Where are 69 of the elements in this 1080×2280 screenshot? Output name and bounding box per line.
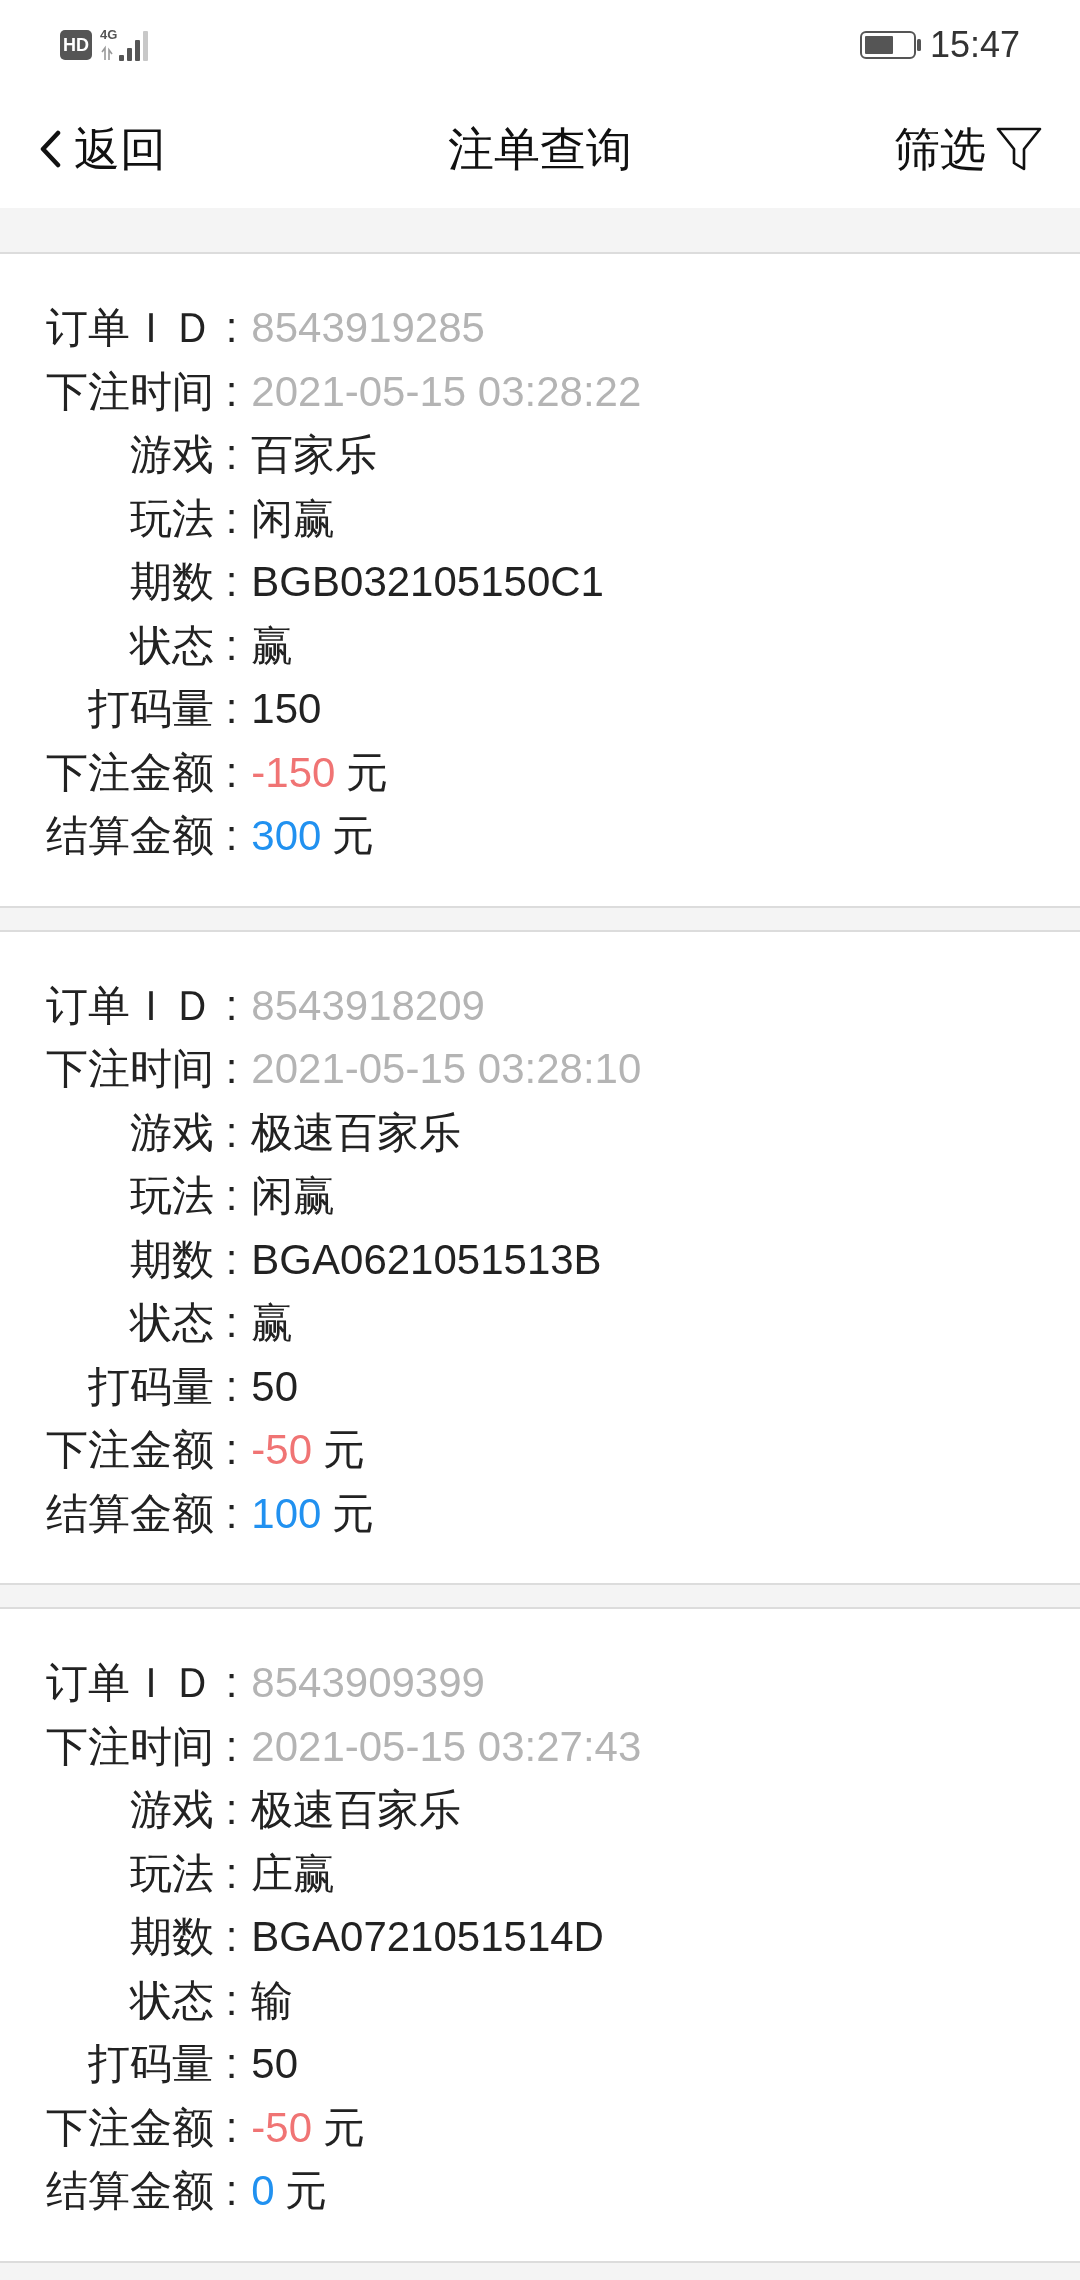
field-label: 玩法 : (129, 493, 238, 544)
field-label: 状态 : (128, 1298, 238, 1348)
field-label: 打码量 : (87, 684, 238, 734)
field-value: 闲赢 (250, 1171, 336, 1221)
field-label: 结算金额 : (46, 811, 238, 861)
field-value: 50 (250, 2039, 299, 2089)
field-value: 赢 (250, 620, 294, 671)
field-label: 下注金额 : (46, 1425, 238, 1475)
status-time: 15:47 (929, 27, 1020, 63)
field-value: 2021-05-15 03:27:43 (250, 1721, 642, 1772)
field-value: BGB032105150C1 (250, 557, 604, 607)
currency-unit: 元 (331, 1488, 374, 1539)
field-label: 下注金额 : (46, 747, 238, 798)
field-label: 下注时间 : (46, 1721, 238, 1772)
field-label: 订单ＩＤ : (46, 303, 238, 353)
field-value: 百家乐 (250, 430, 378, 480)
chevron-left-icon (38, 130, 62, 168)
field-value: 闲赢 (250, 493, 336, 544)
field-label: 结算金额 : (46, 2166, 238, 2216)
field-label: 下注时间 : (46, 1044, 238, 1094)
field-value: 2021-05-15 03:28:10 (250, 1044, 642, 1094)
field-value: BGA0721051514D (250, 1912, 604, 1962)
field-label: 玩法 : (129, 1848, 238, 1899)
field-label: 玩法 : (129, 1171, 238, 1221)
field-value: 输 (250, 1975, 294, 2026)
field-label: 游戏 : (129, 1785, 238, 1835)
field-label: 下注时间 : (46, 366, 238, 417)
field-value: 8543919285 (250, 303, 485, 353)
field-value: 50 (250, 1361, 299, 1412)
network-type-label: 4G (100, 28, 118, 41)
field-value: BGA0621051513B (250, 1234, 602, 1285)
filter-button[interactable]: 筛选 (894, 126, 1042, 172)
field-label: 打码量 : (87, 1361, 238, 1412)
field-label: 状态 : (128, 1975, 238, 2026)
field-label: 期数 : (129, 1234, 238, 1285)
field-value: 赢 (250, 1298, 294, 1348)
field-label: 结算金额 : (46, 1488, 238, 1539)
field-value: 2021-05-15 03:28:22 (250, 366, 642, 417)
battery-icon (859, 31, 922, 59)
field-value: 极速百家乐 (250, 1785, 462, 1835)
filter-icon (996, 127, 1042, 171)
currency-unit: 元 (285, 2166, 328, 2216)
hd-indicator: HD (60, 30, 92, 60)
bet-amount: -50 (251, 1425, 313, 1475)
back-button[interactable]: 返回 (38, 126, 166, 172)
currency-unit: 元 (331, 811, 374, 861)
field-label: 状态 : (128, 620, 238, 671)
currency-unit: 元 (322, 2102, 365, 2153)
field-value: 150 (250, 684, 322, 734)
field-label: 期数 : (129, 557, 238, 607)
page-title: 注单查询 (448, 126, 632, 172)
field-value: 8543909399 (250, 1658, 485, 1708)
field-label: 下注金额 : (46, 2102, 238, 2153)
bet-amount: -50 (251, 2102, 313, 2153)
payout-amount: 100 (251, 1488, 322, 1539)
field-label: 打码量 : (87, 2039, 238, 2089)
currency-unit: 元 (322, 1425, 365, 1475)
field-value: 极速百家乐 (250, 1107, 462, 1158)
field-label: 游戏 : (129, 430, 238, 480)
field-label: 订单ＩＤ : (46, 1658, 238, 1708)
field-value: 庄赢 (250, 1848, 336, 1899)
field-label: 游戏 : (129, 1107, 238, 1158)
bet-amount: -150 (251, 747, 336, 798)
currency-unit: 元 (345, 747, 388, 798)
field-label: 订单ＩＤ : (46, 980, 238, 1031)
payout-amount: 0 (251, 2166, 275, 2216)
field-value: 8543918209 (250, 980, 485, 1031)
field-label: 期数 : (129, 1912, 238, 1962)
payout-amount: 300 (251, 811, 322, 861)
